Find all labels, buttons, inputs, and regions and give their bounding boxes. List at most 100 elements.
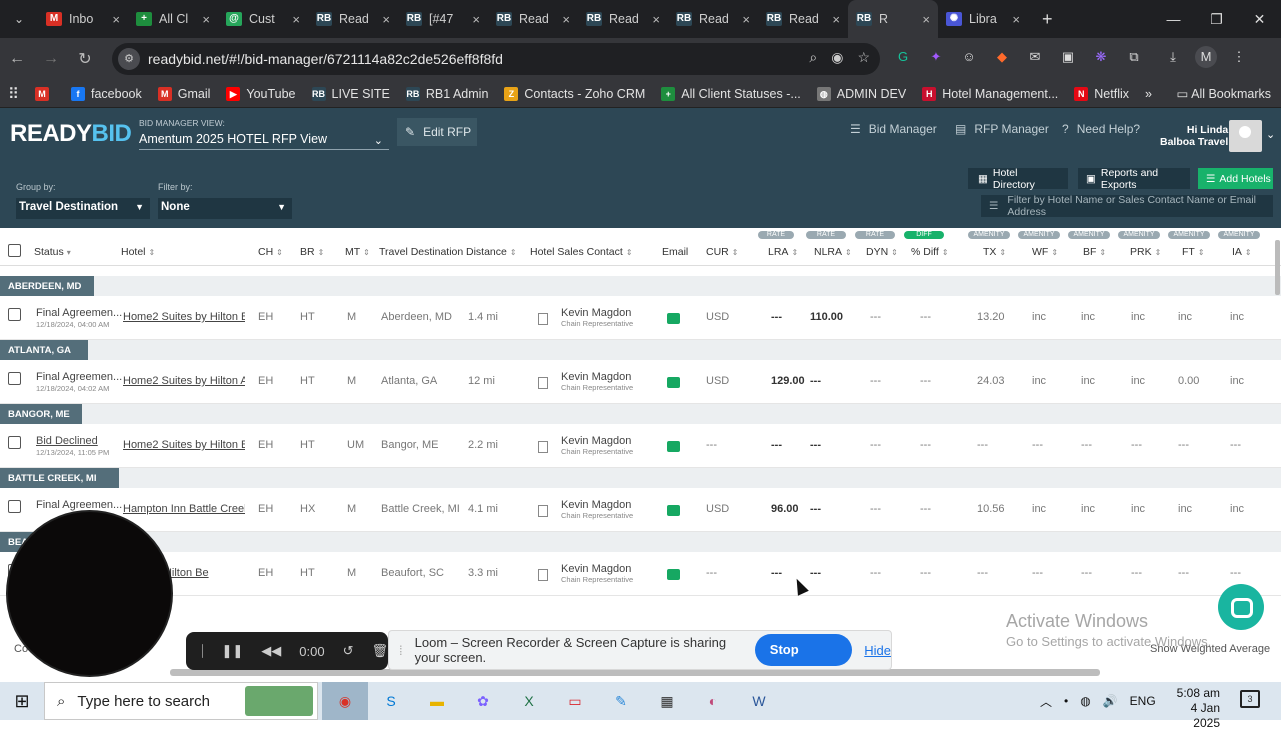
tray-chevron-icon[interactable]: ︿ [1040, 693, 1052, 710]
tab-3[interactable]: RB Read × [308, 0, 398, 38]
contact-card-icon[interactable] [538, 441, 548, 453]
bookmark-2[interactable]: M Gmail [157, 86, 210, 101]
tab-1[interactable]: + All Cl × [128, 0, 218, 38]
close-tab-icon[interactable]: × [472, 12, 480, 27]
col-status[interactable]: Status ▾ [34, 246, 71, 258]
row-checkbox[interactable] [8, 372, 21, 385]
close-tab-icon[interactable]: × [292, 12, 300, 27]
tab-search-icon[interactable]: ⌄ [0, 12, 38, 26]
apps-icon[interactable]: ⠿ [8, 85, 19, 103]
table-row[interactable]: uites by Hilton BeKevin MagdonChain Repr… [0, 554, 1281, 596]
bookmark-10[interactable]: N Netflix [1074, 86, 1129, 101]
table-row[interactable]: Final Agreemen... 12/18/2024, 04:02 AM Hom… [0, 362, 1281, 404]
restart-icon[interactable]: ↺ [343, 643, 354, 659]
search-highlight-image[interactable] [245, 686, 313, 716]
col-dest[interactable]: Travel Destination [379, 246, 463, 258]
nav-bid-manager[interactable]: ☰ Bid Manager [850, 122, 937, 136]
table-row[interactable]: Final Agreemen... 12/18/2024, 04:00 AM Hom… [0, 298, 1281, 340]
email-icon[interactable] [667, 505, 680, 516]
extension-chat-icon[interactable]: ☺ [958, 46, 980, 68]
network-icon[interactable]: ◍ [1080, 694, 1090, 708]
bookmark-8[interactable]: ◍ ADMIN DEV [816, 86, 906, 101]
col-tx[interactable]: TX ⇕ [983, 246, 1006, 258]
col-contact[interactable]: Hotel Sales Contact ⇕ [530, 246, 633, 258]
tab-10[interactable]: ✺ Libra × [938, 0, 1028, 38]
col-ia[interactable]: IA ⇕ [1232, 246, 1252, 258]
zoom-icon[interactable]: ⌕ [809, 49, 817, 66]
hotel-name-link[interactable]: Hampton Inn Battle Creek [123, 503, 245, 515]
bookmark-9[interactable]: H Hotel Management... [922, 86, 1058, 101]
rewind-icon[interactable]: ◀◀ [261, 643, 281, 659]
close-tab-icon[interactable]: × [112, 12, 120, 27]
extension-badge-icon[interactable]: ❋ [1090, 46, 1112, 68]
drag-handle-icon[interactable]: ⁞ [399, 643, 403, 658]
readybid-logo[interactable]: READYBID [10, 120, 132, 148]
chat-support-button[interactable] [1218, 584, 1264, 630]
col-br[interactable]: BR ⇕ [300, 246, 324, 258]
row-checkbox[interactable] [8, 308, 21, 321]
col-distance[interactable]: Distance ⇕ [466, 246, 517, 258]
close-tab-icon[interactable]: × [832, 12, 840, 27]
extension-window-icon[interactable]: ▣ [1057, 46, 1079, 68]
loom-camera-bubble[interactable] [6, 510, 173, 677]
col-cur[interactable]: CUR ⇕ [706, 246, 738, 258]
extension-orange-icon[interactable]: ◆ [991, 46, 1013, 68]
bid-manager-view-select[interactable]: BID MANAGER VIEW: Amentum 2025 HOTEL RFP… [139, 118, 389, 150]
all-bookmarks[interactable]: ▭ All Bookmarks [1177, 86, 1271, 101]
minimize-icon[interactable]: — [1152, 11, 1195, 27]
bookmark-5[interactable]: RB RB1 Admin [405, 86, 488, 101]
tab-9[interactable]: RB R × [848, 0, 938, 38]
table-row[interactable]: Bid Declined 12/13/2024, 11:05 PM Home2 Su… [0, 426, 1281, 468]
tab-6[interactable]: RB Read × [578, 0, 668, 38]
group-by-select[interactable]: Travel Destination ▼ [16, 198, 150, 219]
vertical-scrollbar[interactable] [1275, 240, 1280, 295]
close-tab-icon[interactable]: × [922, 12, 930, 27]
hotel-name-link[interactable]: Home2 Suites by Hilton Ba [123, 311, 245, 323]
word-icon[interactable]: W [736, 682, 782, 720]
language-indicator[interactable]: ENG [1130, 694, 1156, 708]
close-tab-icon[interactable]: × [652, 12, 660, 27]
contact-card-icon[interactable] [538, 313, 548, 325]
email-icon[interactable] [667, 377, 680, 388]
row-checkbox[interactable] [8, 436, 21, 449]
close-window-icon[interactable]: ✕ [1238, 11, 1281, 28]
address-bar[interactable]: ⚙ readybid.net/#!/bid-manager/6721114a82… [112, 43, 880, 75]
clock[interactable]: 5:08 am 4 Jan 2025 [1170, 686, 1220, 731]
close-tab-icon[interactable]: × [1012, 12, 1020, 27]
tray-dot-icon[interactable]: • [1064, 694, 1068, 708]
excel-icon[interactable]: X [506, 682, 552, 720]
col-ch[interactable]: CH ⇕ [258, 246, 283, 258]
edit-rfp-button[interactable]: ✎ Edit RFP [397, 118, 477, 146]
col-ft[interactable]: FT ⇕ [1182, 246, 1205, 258]
stop-sharing-button[interactable]: Stop sharing [754, 634, 853, 689]
extension-bolt-icon[interactable]: ✦ [925, 46, 947, 68]
filter-search-input[interactable]: ☰ Filter by Hotel Name or Sales Contact N… [981, 194, 1273, 218]
skype-icon[interactable]: S [368, 682, 414, 720]
chrome-icon[interactable]: ◉ [322, 682, 368, 720]
trash-icon[interactable]: 🗑 [371, 643, 388, 659]
contact-card-icon[interactable] [538, 505, 548, 517]
file-explorer-icon[interactable]: ▬ [414, 682, 460, 720]
back-icon[interactable]: ← [0, 50, 34, 68]
download-icon[interactable]: ⤓ [1162, 46, 1184, 68]
row-checkbox[interactable] [8, 500, 21, 513]
bookmark-0[interactable]: M [35, 86, 55, 101]
close-tab-icon[interactable]: × [742, 12, 750, 27]
reports-exports-button[interactable]: ▣ Reports and Exports [1078, 167, 1190, 191]
new-tab-button[interactable]: + [1028, 9, 1067, 30]
email-icon[interactable] [667, 569, 680, 580]
email-icon[interactable] [667, 441, 680, 452]
avatar[interactable] [1229, 120, 1262, 152]
hotel-name-link[interactable]: Home2 Suites by Hilton Ba [123, 439, 245, 451]
paint-icon[interactable]: ◐ [690, 682, 736, 720]
stop-recording-icon[interactable] [202, 644, 204, 658]
close-tab-icon[interactable]: × [562, 12, 570, 27]
speaker-icon[interactable]: 🔊 [1103, 694, 1118, 708]
bookmark-3[interactable]: ▶ YouTube [226, 86, 296, 101]
user-menu-chevron-icon[interactable]: ⌄ [1266, 128, 1275, 141]
pause-icon[interactable]: ❚❚ [221, 643, 243, 659]
bookmarks-overflow-icon[interactable]: » [1145, 87, 1152, 101]
col-pdiff[interactable]: % Diff ⇕ [911, 246, 949, 258]
copilot-icon[interactable]: ✿ [460, 682, 506, 720]
tab-2[interactable]: @ Cust × [218, 0, 308, 38]
